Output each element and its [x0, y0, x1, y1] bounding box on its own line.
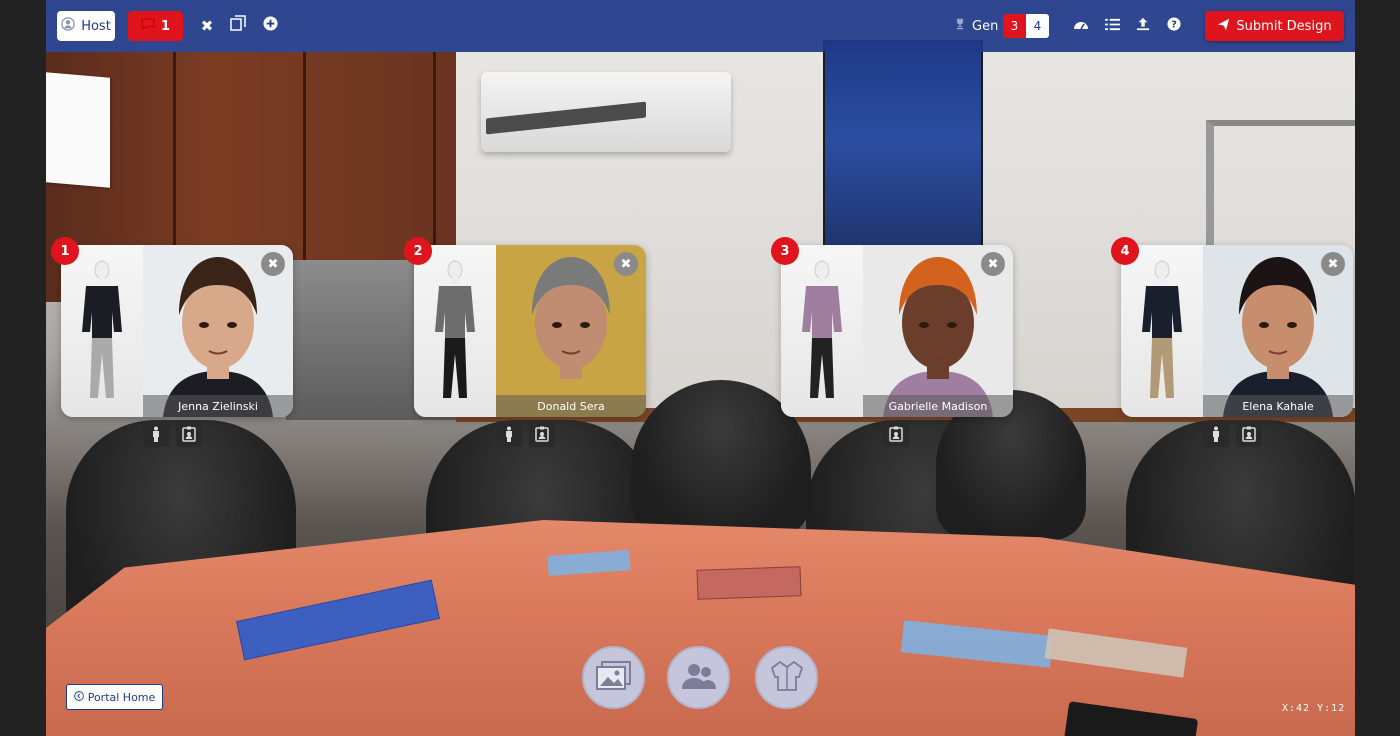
id-badge-icon[interactable] [1236, 421, 1262, 447]
character-card[interactable]: Gabrielle Madison ✖ [781, 245, 1013, 417]
characters-button[interactable] [667, 646, 730, 709]
scene-viewport[interactable]: Host 1 ✖ Gen 3 4 ? Submit Design Jenna Z… [46, 0, 1355, 736]
image-gallery-icon [595, 660, 632, 695]
trophy-icon [954, 18, 966, 34]
submit-design-button[interactable]: Submit Design [1205, 11, 1344, 41]
portal-home-label: Portal Home [87, 690, 156, 704]
character-name: Jenna Zielinski [143, 395, 293, 417]
top-toolbar: Host 1 ✖ Gen 3 4 ? Submit Design [46, 0, 1355, 52]
outfit-preview[interactable] [414, 245, 496, 417]
dashboard-icon[interactable] [1070, 15, 1092, 37]
add-circle-icon[interactable] [259, 15, 281, 37]
scene-background-button[interactable] [582, 646, 645, 709]
portal-home-button[interactable]: Portal Home [66, 684, 163, 710]
character-name: Gabrielle Madison [863, 395, 1013, 417]
character-card[interactable]: Jenna Zielinski ✖ [61, 245, 293, 417]
close-icon[interactable]: ✖ [261, 252, 285, 276]
list-icon[interactable] [1101, 15, 1123, 37]
outfit-preview[interactable] [781, 245, 863, 417]
id-badge-icon[interactable] [176, 421, 202, 447]
user-circle-icon [61, 17, 75, 35]
chat-count: 1 [160, 18, 171, 34]
arrow-circle-icon [73, 690, 84, 704]
upload-icon[interactable] [1132, 15, 1154, 37]
send-icon [1217, 18, 1230, 35]
chat-icon [141, 18, 155, 34]
close-icon[interactable]: ✖ [981, 252, 1005, 276]
gen-option-3[interactable]: 3 [1003, 14, 1026, 38]
close-icon[interactable]: ✖ [1321, 252, 1345, 276]
close-icon[interactable]: ✖ [614, 252, 638, 276]
standing-figure-icon[interactable] [496, 421, 522, 447]
character-number-badge: 1 [51, 237, 79, 265]
host-button[interactable]: Host [57, 11, 115, 41]
duplicate-icon[interactable] [227, 15, 249, 37]
users-icon [680, 662, 718, 694]
character-number-badge: 4 [1111, 237, 1139, 265]
wardrobe-button[interactable] [755, 646, 818, 709]
wall-poster [46, 72, 110, 188]
standing-figure-icon[interactable] [1203, 421, 1229, 447]
notebook [696, 566, 802, 600]
character-name: Elena Kahale [1203, 395, 1353, 417]
coordinate-readout: X:42 Y:12 [1282, 703, 1346, 714]
standing-figure-icon[interactable] [143, 421, 169, 447]
character-name: Donald Sera [496, 395, 646, 417]
id-badge-icon[interactable] [883, 421, 909, 447]
outfit-preview[interactable] [1121, 245, 1203, 417]
character-card[interactable]: Elena Kahale ✖ [1121, 245, 1353, 417]
generation-label: Gen [954, 18, 998, 34]
id-badge-icon[interactable] [529, 421, 555, 447]
character-number-badge: 2 [404, 237, 432, 265]
gen-option-4[interactable]: 4 [1026, 14, 1049, 38]
gen-text: Gen [972, 18, 999, 34]
jacket-icon [770, 660, 804, 696]
character-card[interactable]: Donald Sera ✖ [414, 245, 646, 417]
outfit-preview[interactable] [61, 245, 143, 417]
submit-design-label: Submit Design [1236, 18, 1332, 34]
host-label: Host [81, 18, 111, 34]
svg-text:?: ? [1171, 20, 1177, 31]
close-icon[interactable]: ✖ [196, 15, 218, 37]
help-icon[interactable]: ? [1163, 15, 1185, 37]
chat-button[interactable]: 1 [128, 11, 183, 41]
character-number-badge: 3 [771, 237, 799, 265]
